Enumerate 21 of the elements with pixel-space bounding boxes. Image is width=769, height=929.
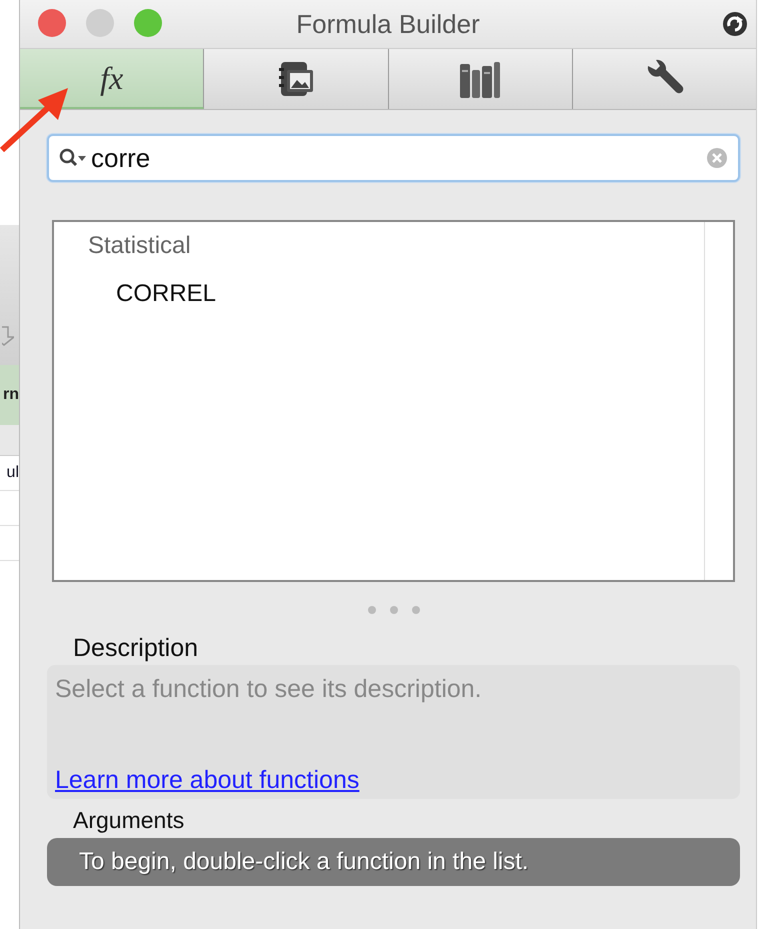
arrow-down-icon	[2, 325, 14, 347]
clear-icon[interactable]	[706, 147, 728, 169]
tab[interactable]	[388, 49, 573, 109]
category-label: Statistical	[88, 232, 192, 260]
description-text: Select a function to see its description.	[55, 675, 483, 704]
learn-more-link[interactable]: Learn more about functions	[55, 766, 360, 795]
close-button[interactable]	[38, 9, 66, 37]
splitter-handle[interactable]	[366, 604, 422, 616]
refresh-icon[interactable]	[722, 11, 748, 37]
arguments-hint: To begin, double-click a function in the list.	[47, 838, 740, 886]
zoom-button[interactable]	[134, 9, 162, 37]
section-heading: Arguments	[73, 807, 186, 834]
tab[interactable]	[204, 49, 388, 109]
search-icon	[59, 148, 89, 168]
tab[interactable]	[572, 49, 756, 109]
window-title: Formula Builder	[296, 8, 480, 40]
header-cell: rn	[0, 365, 19, 425]
tab[interactable]: fx	[20, 49, 204, 109]
section-heading: Description	[73, 634, 200, 663]
function-item[interactable]: CORREL	[116, 280, 670, 308]
search-field[interactable]: corre	[47, 134, 740, 182]
